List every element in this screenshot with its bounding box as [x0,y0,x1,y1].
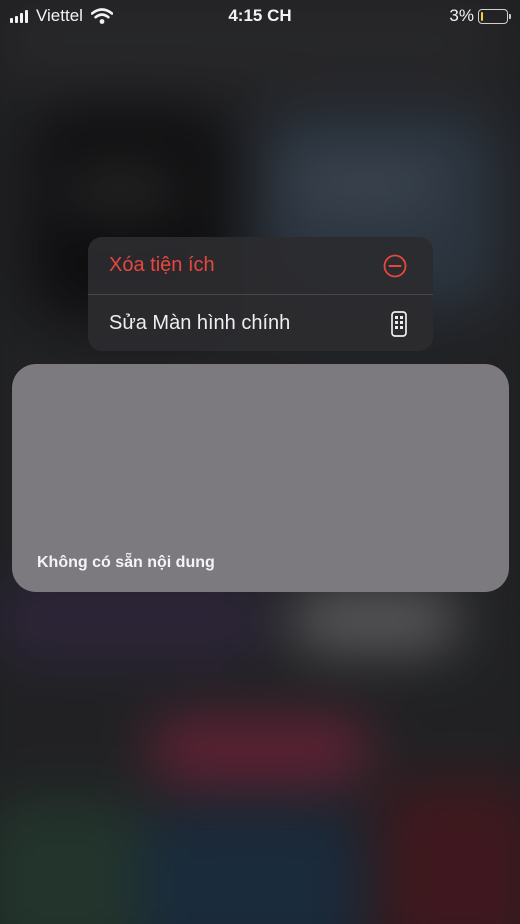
status-time: 4:15 CH [228,6,292,25]
minus-circle-icon [383,254,407,277]
phone-app-grid-icon [391,310,407,337]
edit-home-screen-menu-item[interactable]: Sửa Màn hình chính [88,295,433,351]
battery-icon [478,8,511,24]
battery-percent: 3% [449,6,474,25]
status-bar: Viettel 4:15 CH 3% [0,0,520,32]
remove-widget-label: Xóa tiện ích [109,254,215,276]
widget-preview[interactable]: Không có sẵn nội dung [12,364,509,592]
remove-widget-menu-item[interactable]: Xóa tiện ích [88,237,433,294]
edit-home-screen-label: Sửa Màn hình chính [109,312,291,334]
widget-unavailable-message: Không có sẵn nội dung [37,554,215,571]
status-right: 3% [449,6,511,26]
widget-context-menu: Xóa tiện ích Sửa Màn hình chính [88,237,433,351]
